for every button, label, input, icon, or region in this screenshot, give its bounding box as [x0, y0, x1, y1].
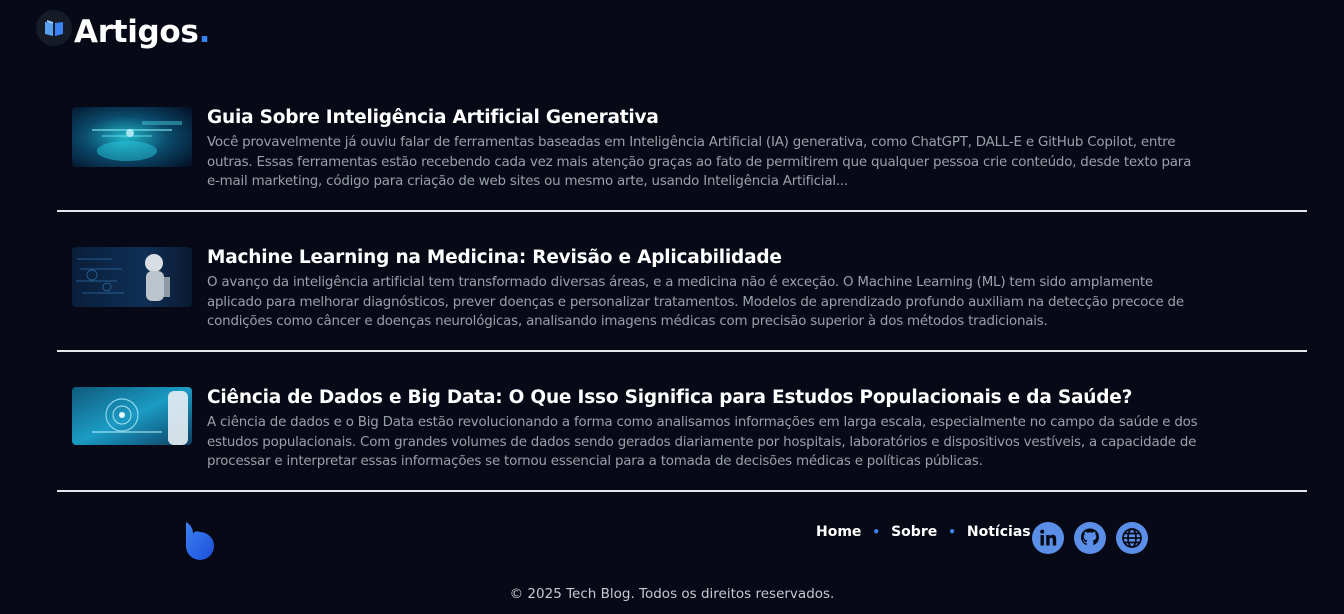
footer-link-sobre[interactable]: Sobre [891, 524, 937, 540]
page-title: Artigos. [74, 14, 211, 50]
copyright-text: © 2025 Tech Blog. Todos os direitos rese… [509, 586, 835, 602]
nav-separator: • [948, 525, 956, 539]
footer-logo[interactable] [183, 520, 217, 566]
article-excerpt: Você provavelmente já ouviu falar de fer… [207, 135, 1192, 190]
article-excerpt: A ciência de dados e o Big Data estão re… [207, 415, 1198, 470]
footer-link-noticias[interactable]: Notícias [967, 524, 1031, 540]
page: Artigos. Guia Sobre Inteligência Artific… [0, 0, 1344, 614]
nav-separator: • [872, 525, 881, 539]
article-thumbnail[interactable] [72, 107, 192, 167]
book-icon [36, 10, 72, 46]
article-title[interactable]: Ciência de Dados e Big Data: O Que Isso … [207, 387, 1207, 408]
article-item[interactable]: Machine Learning na Medicina: Revisão e … [57, 212, 1307, 352]
article-item[interactable]: Guia Sobre Inteligência Artificial Gener… [57, 72, 1307, 212]
article-thumbnail[interactable] [72, 387, 192, 445]
footer-link-home[interactable]: Home [816, 524, 861, 540]
article-title[interactable]: Machine Learning na Medicina: Revisão e … [207, 247, 1207, 268]
article-title[interactable]: Guia Sobre Inteligência Artificial Gener… [207, 107, 1207, 128]
article-excerpt: O avanço da inteligência artificial tem … [207, 275, 1184, 330]
github-icon[interactable] [1074, 522, 1106, 554]
footer-nav: Home • Sobre • Notícias [816, 524, 1031, 540]
globe-icon[interactable] [1116, 522, 1148, 554]
linkedin-icon[interactable] [1032, 522, 1064, 554]
article-item[interactable]: Ciência de Dados e Big Data: O Que Isso … [57, 352, 1307, 492]
article-thumbnail[interactable] [72, 247, 192, 307]
title-dot: . [198, 14, 211, 50]
